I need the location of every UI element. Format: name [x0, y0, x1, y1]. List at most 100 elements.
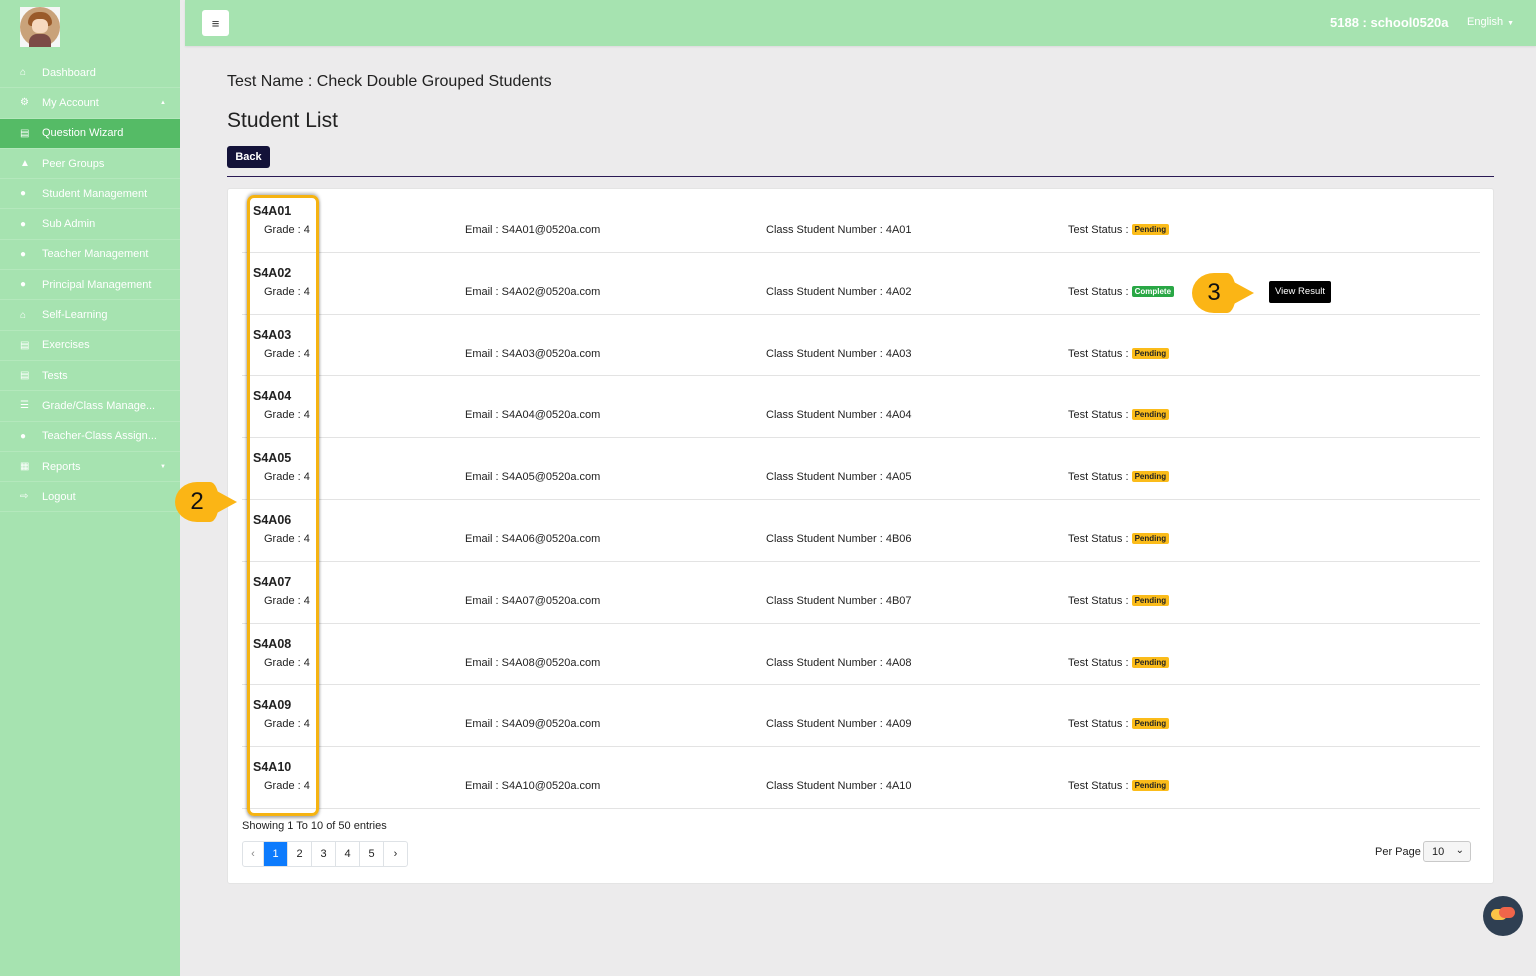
language-dropdown[interactable]: English ▼ — [1467, 16, 1514, 28]
test-status: Test Status : Pending — [1068, 718, 1170, 731]
sidebar-item-label: Self-Learning — [42, 309, 108, 322]
pagination-prev-button[interactable]: ‹ — [243, 842, 264, 866]
student-email: Email : S4A03@0520a.com — [465, 347, 601, 360]
sidebar-item-dashboard[interactable]: ⌂ Dashboard — [0, 58, 180, 89]
test-status: Test Status : Pending — [1068, 532, 1170, 545]
class-student-number: Class Student Number : 4A05 — [766, 471, 912, 484]
table-icon: ▦ — [20, 461, 30, 472]
sidebar-item-logout[interactable]: ⇨ Logout — [0, 482, 180, 513]
sidebar-nav: ⌂ Dashboard ⚙ My Account ▲ ▤ Question Wizard ▲ P… — [0, 58, 180, 513]
student-id: S4A09 — [253, 698, 292, 713]
chat-bubble-icon — [1499, 907, 1515, 918]
student-row: S4A05 Grade : 4 Email : S4A05@0520a.com Cla… — [242, 438, 1480, 500]
class-student-number: Class Student Number : 4A10 — [766, 780, 912, 793]
test-status-label: Test Status : — [1068, 347, 1129, 360]
annotation-marker-2: 2 — [175, 482, 237, 522]
sidebar-item-label: Reports — [42, 460, 81, 473]
sidebar-item-label: My Account — [42, 96, 99, 109]
student-id: S4A08 — [253, 636, 292, 651]
status-badge: Complete — [1131, 285, 1175, 297]
sidebar-item-grade-class-manage[interactable]: ☰ Grade/Class Manage... — [0, 391, 180, 422]
users-icon: ● — [20, 218, 27, 230]
student-row: S4A01 Grade : 4 Email : S4A01@0520a.com Cla… — [242, 191, 1480, 253]
student-id: S4A01 — [253, 204, 292, 218]
annotation-marker-3: 3 — [1192, 273, 1254, 313]
sidebar-item-exercises[interactable]: ▤ Exercises — [0, 331, 180, 361]
status-badge: Pending — [1131, 347, 1170, 359]
student-grade: Grade : 4 — [264, 532, 310, 545]
status-badge: Pending — [1131, 656, 1170, 668]
sidebar-item-label: Student Management — [42, 187, 148, 200]
test-status: Test Status : Pending — [1068, 471, 1170, 483]
sidebar-item-reports[interactable]: ▦ Reports ▼ — [0, 452, 180, 483]
student-grade: Grade : 4 — [264, 718, 310, 731]
pagination-page-2[interactable]: 2 — [288, 842, 312, 866]
sidebar-item-sub-admin[interactable]: ● Sub Admin — [0, 209, 180, 240]
sidebar-item-label: Principal Management — [42, 278, 152, 291]
back-button[interactable]: Back — [227, 146, 270, 168]
class-student-number: Class Student Number : 4B06 — [766, 532, 912, 545]
student-id: S4A06 — [253, 512, 292, 527]
sidebar-item-my-account[interactable]: ⚙ My Account ▲ — [0, 88, 180, 119]
pagination-page-1[interactable]: 1 — [264, 842, 288, 866]
student-row: S4A03 Grade : 4 Email : S4A03@0520a.com Cla… — [242, 315, 1480, 377]
divider — [227, 176, 1494, 177]
status-badge: Pending — [1131, 224, 1170, 235]
per-page-select[interactable]: 10 ⌄ — [1423, 841, 1471, 862]
menu-toggle-button[interactable]: ≡ — [202, 10, 229, 36]
sidebar-item-label: Logout — [42, 490, 76, 503]
per-page-label: Per Page — [1375, 846, 1421, 858]
class-student-number: Class Student Number : 4A02 — [766, 285, 912, 298]
student-row: S4A02 Grade : 4 Email : S4A02@0520a.com Cla… — [242, 253, 1480, 315]
test-status: Test Status : Pending — [1068, 780, 1170, 793]
status-badge: Pending — [1131, 780, 1170, 792]
sidebar-item-tests[interactable]: ▤ Tests — [0, 361, 180, 392]
sidebar-item-teacher-class-assign[interactable]: ● Teacher-Class Assign... — [0, 422, 180, 452]
avatar[interactable] — [20, 7, 60, 47]
pagination-next-button[interactable]: › — [384, 842, 407, 866]
sidebar-item-label: Dashboard — [42, 66, 96, 79]
student-id: S4A05 — [253, 451, 292, 466]
status-badge: Pending — [1131, 532, 1170, 544]
test-status: Test Status : Pending — [1068, 409, 1170, 422]
users-icon: ● — [20, 248, 27, 260]
hamburger-icon: ≡ — [211, 15, 220, 31]
test-status-label: Test Status : — [1068, 780, 1129, 793]
sidebar-item-label: Teacher Management — [42, 248, 149, 261]
test-status-label: Test Status : — [1068, 409, 1129, 422]
student-grade: Grade : 4 — [264, 471, 310, 484]
view-result-button[interactable]: View Result — [1269, 280, 1331, 303]
sidebar-item-label: Teacher-Class Assign... — [42, 430, 157, 443]
class-student-number: Class Student Number : 4B07 — [766, 594, 912, 607]
pagination-page-4[interactable]: 4 — [336, 842, 360, 866]
test-status-label: Test Status : — [1068, 285, 1129, 298]
sidebar-item-student-management[interactable]: ● Student Management — [0, 179, 180, 210]
caret-down-icon: ▼ — [1507, 20, 1515, 27]
test-status-label: Test Status : — [1068, 594, 1129, 607]
pagination: ‹ 1 2 3 4 5 › — [242, 841, 408, 867]
student-email: Email : S4A10@0520a.com — [465, 780, 601, 793]
sidebar-item-question-wizard[interactable]: ▤ Question Wizard — [0, 118, 180, 149]
student-row: S4A07 Grade : 4 Email : S4A07@0520a.com Cla… — [242, 562, 1480, 624]
pagination-page-5[interactable]: 5 — [360, 842, 384, 866]
test-status-label: Test Status : — [1068, 718, 1129, 731]
sidebar-item-peer-groups[interactable]: ▲ Peer Groups — [0, 149, 180, 180]
per-page-value: 10 — [1432, 845, 1445, 858]
student-id: S4A04 — [253, 389, 292, 404]
pagination-page-3[interactable]: 3 — [312, 842, 336, 866]
student-row: S4A04 Grade : 4 Email : S4A04@0520a.com Cla… — [242, 376, 1480, 439]
sidebar: ⌂ Dashboard ⚙ My Account ▲ ▤ Question Wizard ▲ P… — [0, 0, 180, 976]
chat-button[interactable] — [1483, 896, 1523, 936]
sidebar-item-teacher-management[interactable]: ● Teacher Management — [0, 240, 180, 271]
test-name: Test Name : Check Double Grouped Student… — [227, 73, 552, 90]
test-status: Test Status : Pending — [1068, 224, 1170, 236]
student-row: S4A10 Grade : 4 Email : S4A10@0520a.com Cla… — [242, 747, 1480, 809]
sidebar-item-self-learning[interactable]: ⌂ Self-Learning — [0, 300, 180, 331]
sidebar-item-principal-management[interactable]: ● Principal Management — [0, 270, 180, 301]
avatar-skin — [32, 19, 48, 33]
user-label: 5188 : school0520a — [1330, 15, 1449, 30]
test-status: Test Status : Pending — [1068, 594, 1170, 607]
status-badge: Pending — [1131, 409, 1170, 421]
book-icon: ▤ — [20, 339, 30, 351]
status-badge: Pending — [1131, 471, 1170, 483]
